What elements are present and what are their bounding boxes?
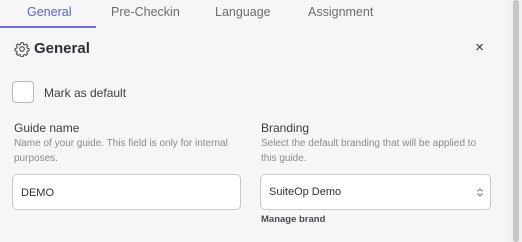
guide-name-label: Guide name bbox=[14, 121, 80, 135]
gear-icon bbox=[14, 42, 30, 57]
branding-help-line1: Select the default branding that will be… bbox=[261, 138, 477, 149]
guide-name-help-line2: purposes. bbox=[14, 153, 58, 164]
active-tab-indicator bbox=[0, 26, 96, 28]
scrollbar-thumb[interactable] bbox=[513, 0, 519, 242]
tab-language[interactable]: Language bbox=[215, 5, 271, 19]
section-header: General × bbox=[14, 39, 494, 60]
branding-label: Branding bbox=[261, 121, 310, 135]
guide-name-value: DEMO bbox=[21, 187, 54, 199]
tab-pre-checkin[interactable]: Pre-Checkin bbox=[111, 5, 180, 19]
close-icon[interactable]: × bbox=[475, 39, 484, 56]
manage-brand-link[interactable]: Manage brand bbox=[261, 214, 325, 225]
page-title: General bbox=[34, 40, 90, 57]
branding-selected-value: SuiteOp Demo bbox=[269, 186, 342, 198]
tab-bar: General Pre-Checkin Language Assignment bbox=[0, 0, 508, 28]
branding-select[interactable]: SuiteOp Demo bbox=[260, 174, 491, 210]
guide-name-help-line1: Name of your guide. This field is only f… bbox=[14, 138, 228, 149]
branding-help-line2: this guide. bbox=[261, 153, 307, 164]
guide-name-input[interactable]: DEMO bbox=[12, 174, 241, 210]
scrollbar[interactable] bbox=[508, 0, 522, 242]
settings-panel: General Pre-Checkin Language Assignment … bbox=[0, 0, 508, 242]
mark-default-checkbox[interactable] bbox=[12, 81, 34, 103]
mark-default-label[interactable]: Mark as default bbox=[44, 86, 126, 100]
tab-assignment[interactable]: Assignment bbox=[308, 5, 373, 19]
chevron-updown-icon bbox=[477, 188, 483, 197]
tab-general[interactable]: General bbox=[27, 5, 71, 19]
